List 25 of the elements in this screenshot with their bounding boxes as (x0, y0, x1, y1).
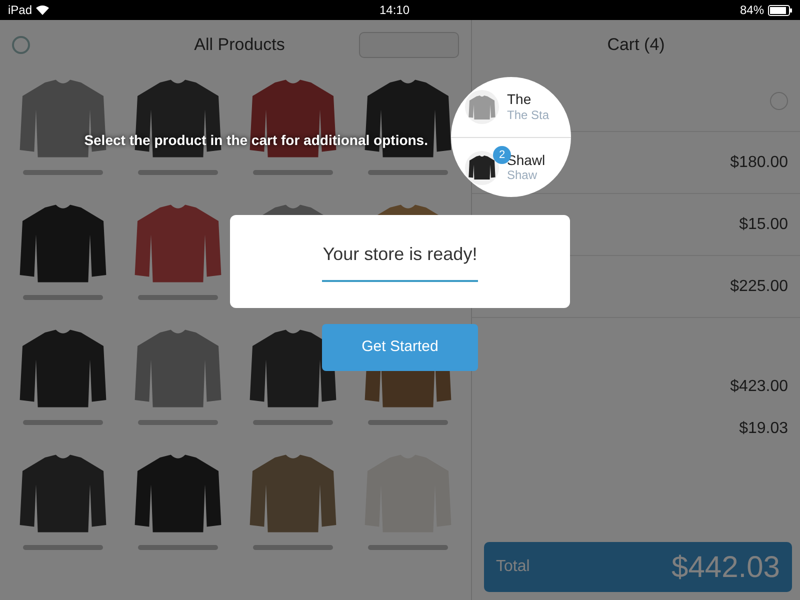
product-variant: The Sta (507, 108, 550, 122)
sweater-icon (468, 94, 496, 120)
battery-icon (768, 4, 792, 16)
total-amount: $442.03 (672, 550, 780, 586)
sweater-icon (468, 155, 496, 180)
item-price: $225.00 (730, 276, 788, 296)
item-price: $180.00 (730, 152, 788, 172)
device-name: iPad (8, 2, 32, 19)
total-label: Total (496, 557, 530, 577)
cart-title: Cart (4) (607, 34, 665, 56)
total-bar[interactable]: Total $442.03 (484, 542, 792, 592)
remove-circle-icon[interactable] (770, 92, 788, 110)
clock-time: 14:10 (379, 2, 410, 19)
tip-text: Select the product in the cart for additional options. (84, 131, 428, 150)
product-name: The (507, 92, 532, 108)
battery-percent: 84% (740, 2, 764, 19)
get-started-button[interactable]: Get Started (322, 324, 478, 371)
search-field[interactable] (358, 32, 459, 58)
item-price: $15.00 (739, 214, 788, 234)
total-amount: $423.00 (730, 377, 788, 397)
total-amount: $19.03 (739, 419, 788, 439)
category-title[interactable]: All Products (194, 32, 285, 58)
wifi-icon (36, 5, 50, 15)
ready-message: Your store is ready! (322, 243, 478, 266)
product-variant: Shaw (507, 168, 538, 182)
